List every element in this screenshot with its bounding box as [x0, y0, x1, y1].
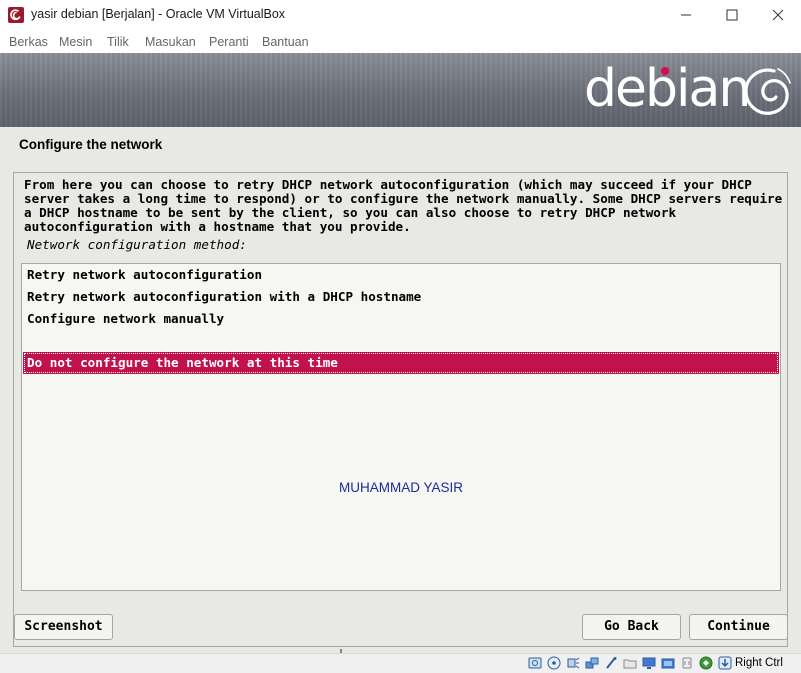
- network-icon[interactable]: [585, 656, 599, 670]
- debian-logo-dot: [661, 67, 669, 75]
- continue-button[interactable]: Continue: [689, 614, 788, 640]
- network-method-list: Retry network autoconfiguration Retry ne…: [21, 263, 781, 591]
- option-retry-with-dhcp-hostname[interactable]: Retry network autoconfiguration with a D…: [23, 286, 779, 308]
- option-do-not-configure[interactable]: Do not configure the network at this tim…: [23, 352, 779, 374]
- watermark-text: MUHAMMAD YASIR: [338, 480, 463, 495]
- debian-banner: debian: [0, 53, 801, 127]
- content-panel: From here you can choose to retry DHCP n…: [13, 172, 788, 647]
- cpu-icon[interactable]: [680, 656, 694, 670]
- menu-peranti[interactable]: Peranti: [209, 35, 249, 49]
- section-title: Configure the network: [19, 137, 163, 152]
- option-configure-manually[interactable]: Configure network manually: [23, 308, 779, 330]
- method-label: Network configuration method:: [27, 237, 247, 252]
- menu-tilik[interactable]: Tilik: [107, 35, 129, 49]
- display-icon[interactable]: [642, 656, 656, 670]
- menu-mesin[interactable]: Mesin: [59, 35, 92, 49]
- host-key-label: Right Ctrl: [735, 657, 783, 669]
- menu-masukan[interactable]: Masukan: [145, 35, 196, 49]
- screenshot-button[interactable]: Screenshot: [14, 614, 113, 640]
- close-button[interactable]: [755, 0, 801, 31]
- shared-folder-icon[interactable]: [623, 656, 637, 670]
- menu-bantuan[interactable]: Bantuan: [262, 35, 309, 49]
- status-bar: Right Ctrl: [0, 653, 801, 673]
- hard-disk-icon[interactable]: [528, 656, 542, 670]
- close-icon: [772, 9, 784, 21]
- menu-berkas[interactable]: Berkas: [9, 35, 48, 49]
- keyboard-capture-icon[interactable]: [718, 656, 732, 670]
- vm-screen[interactable]: debian Configure the network From here y…: [0, 53, 801, 653]
- option-retry-autoconfiguration[interactable]: Retry network autoconfiguration: [23, 264, 779, 286]
- menu-bar: Berkas Mesin Tilik Masukan Peranti Bantu…: [0, 31, 801, 53]
- description-text: From here you can choose to retry DHCP n…: [24, 177, 783, 234]
- mouse-integration-icon[interactable]: [699, 656, 713, 670]
- go-back-button[interactable]: Go Back: [582, 614, 681, 640]
- title-bar: yasir debian [Berjalan] - Oracle VM Virt…: [0, 0, 801, 31]
- usb-icon[interactable]: [604, 656, 618, 670]
- audio-icon[interactable]: [566, 656, 580, 670]
- maximize-button[interactable]: [709, 0, 755, 31]
- optical-disk-icon[interactable]: [547, 656, 561, 670]
- debian-swirl-icon: [744, 68, 791, 115]
- maximize-icon: [726, 9, 738, 21]
- minimize-icon: [681, 14, 691, 16]
- minimize-button[interactable]: [663, 0, 709, 31]
- virtualbox-debian-icon: [8, 7, 24, 23]
- window-title: yasir debian [Berjalan] - Oracle VM Virt…: [31, 7, 286, 21]
- recording-icon[interactable]: [661, 656, 675, 670]
